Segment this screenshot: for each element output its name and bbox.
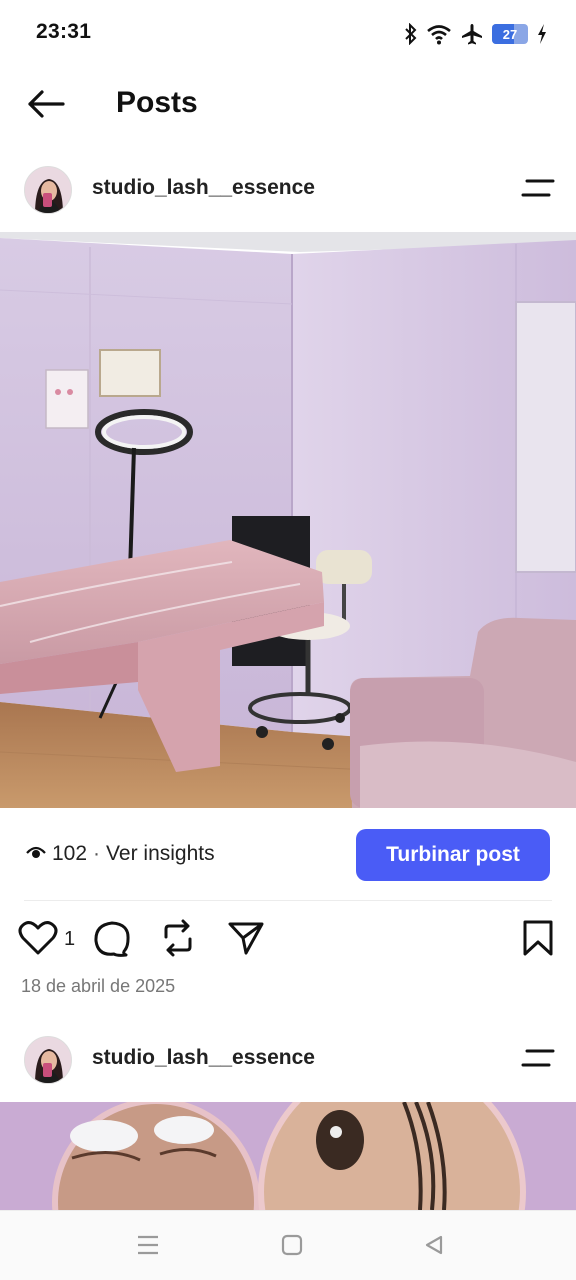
bluetooth-icon <box>404 23 418 45</box>
boost-post-button[interactable]: Turbinar post <box>356 829 550 881</box>
comment-icon <box>92 919 132 962</box>
eye-icon <box>26 842 46 866</box>
views-count: 102 <box>52 842 88 865</box>
save-button[interactable] <box>516 918 560 962</box>
status-time: 23:31 <box>36 20 92 43</box>
airplane-icon <box>460 22 484 46</box>
status-icons: 27 <box>404 20 548 48</box>
view-insights-link[interactable]: 102 · Ver insights <box>26 842 215 866</box>
page-header: Posts <box>0 68 576 144</box>
menu-lines-icon <box>521 1048 555 1073</box>
repost-icon <box>160 919 196 962</box>
page-title: Posts <box>116 86 198 119</box>
post-username[interactable]: studio_lash__essence <box>92 176 315 200</box>
system-nav-bar <box>0 1210 576 1280</box>
post-username[interactable]: studio_lash__essence <box>92 1046 315 1070</box>
status-bar: 23:31 27 <box>0 0 576 68</box>
wifi-icon <box>426 23 452 45</box>
post-header: studio_lash__essence <box>0 1022 576 1098</box>
post-menu-button[interactable] <box>518 1042 558 1078</box>
post-actions: 1 <box>0 910 576 970</box>
back-button[interactable] <box>22 82 70 130</box>
menu-lines-icon <box>521 178 555 203</box>
heart-icon <box>18 920 58 961</box>
like-button[interactable] <box>16 918 60 962</box>
insights-label: Ver insights <box>106 842 215 865</box>
battery-level: 27 <box>502 26 518 42</box>
battery-icon: 27 <box>492 24 528 44</box>
post-image[interactable] <box>0 232 576 808</box>
home-button[interactable] <box>276 1231 308 1263</box>
divider <box>24 900 552 901</box>
menu-icon <box>136 1234 160 1261</box>
bookmark-icon <box>522 920 554 961</box>
post-menu-button[interactable] <box>518 172 558 208</box>
back-triangle-icon <box>423 1234 445 1261</box>
arrow-left-icon <box>26 89 66 124</box>
like-count[interactable]: 1 <box>64 928 75 951</box>
home-square-icon <box>281 1234 303 1261</box>
avatar[interactable] <box>24 1036 72 1084</box>
recent-apps-button[interactable] <box>132 1231 164 1263</box>
avatar[interactable] <box>24 166 72 214</box>
share-button[interactable] <box>224 918 268 962</box>
post-date: 18 de abril de 2025 <box>21 976 176 996</box>
charging-icon <box>536 23 548 45</box>
comment-button[interactable] <box>90 918 134 962</box>
send-icon <box>227 920 265 961</box>
post-image[interactable] <box>0 1102 576 1210</box>
back-nav-button[interactable] <box>418 1231 450 1263</box>
views-separator: · <box>93 842 101 865</box>
insights-row: 102 · Ver insights Turbinar post <box>0 808 576 900</box>
post-header: studio_lash__essence <box>0 152 576 228</box>
repost-button[interactable] <box>156 918 200 962</box>
